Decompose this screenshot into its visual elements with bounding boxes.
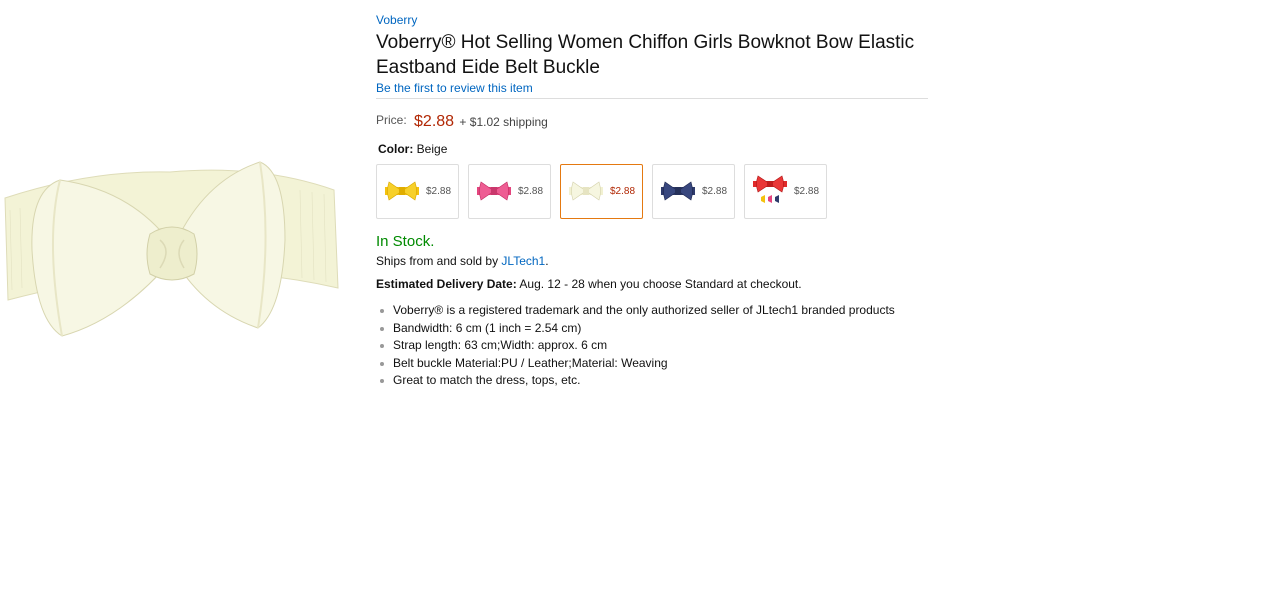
review-link[interactable]: Be the first to review this item: [376, 80, 928, 96]
navy-bow-icon: [661, 181, 695, 201]
swatch-pink[interactable]: $2.88: [468, 164, 551, 219]
ships-suffix: .: [545, 254, 549, 268]
yellow-bow-icon: [385, 181, 419, 201]
ships-prefix: Ships from and sold by: [376, 254, 499, 268]
product-page: Voberry Voberry® Hot Selling Women Chiff…: [0, 0, 1287, 600]
brand-link[interactable]: Voberry: [376, 12, 928, 28]
stock-status: In Stock.: [376, 233, 435, 250]
color-value: Beige: [416, 142, 448, 156]
swatch-beige[interactable]: $2.88: [560, 164, 643, 219]
color-row: Color: Beige: [376, 141, 928, 157]
feature-item: Bandwidth: 6 cm (1 inch = 2.54 cm): [380, 320, 928, 338]
ships-from: Ships from and sold by JLTech1.: [376, 253, 928, 269]
product-details: Voberry Voberry® Hot Selling Women Chiff…: [376, 12, 928, 390]
feature-item: Voberry® is a registered trademark and t…: [380, 302, 928, 320]
color-swatches: $2.88 $2.88 $2.88 $2.88 $2.88: [376, 164, 928, 219]
swatch-price: $2.88: [702, 186, 728, 197]
delivery-estimate: Estimated Delivery Date: Aug. 12 - 28 wh…: [376, 276, 928, 292]
feature-item: Great to match the dress, tops, etc.: [380, 372, 928, 390]
swatch-yellow[interactable]: $2.88: [376, 164, 459, 219]
divider: [376, 98, 928, 99]
feature-bullets: Voberry® is a registered trademark and t…: [376, 302, 928, 390]
swatch-price: $2.88: [794, 186, 820, 197]
swatch-red[interactable]: $2.88: [744, 164, 827, 219]
swatch-price: $2.88: [610, 186, 636, 197]
swatch-price: $2.88: [426, 186, 452, 197]
product-title: Voberry® Hot Selling Women Chiffon Girls…: [376, 32, 915, 78]
feature-item: Strap length: 63 cm;Width: approx. 6 cm: [380, 337, 928, 355]
delivery-label: Estimated Delivery Date:: [376, 277, 517, 291]
pink-bow-icon: [477, 181, 511, 201]
feature-item: Belt buckle Material:PU / Leather;Materi…: [380, 355, 928, 373]
seller-link[interactable]: JLTech1: [501, 254, 545, 268]
product-image[interactable]: [0, 150, 345, 350]
swatch-price: $2.88: [518, 186, 544, 197]
price-row: Price: $2.88 + $1.02 shipping: [376, 111, 928, 131]
price-label: Price:: [376, 113, 407, 127]
belt-bow-image: [4, 161, 339, 337]
color-label: Color:: [378, 142, 414, 156]
delivery-text: Aug. 12 - 28 when you choose Standard at…: [519, 277, 802, 291]
shipping-cost: + $1.02 shipping: [459, 115, 548, 129]
price-value: $2.88: [414, 113, 455, 130]
swatch-navy[interactable]: $2.88: [652, 164, 735, 219]
beige-bow-icon: [569, 181, 603, 201]
red-bow-icon: [753, 175, 787, 203]
